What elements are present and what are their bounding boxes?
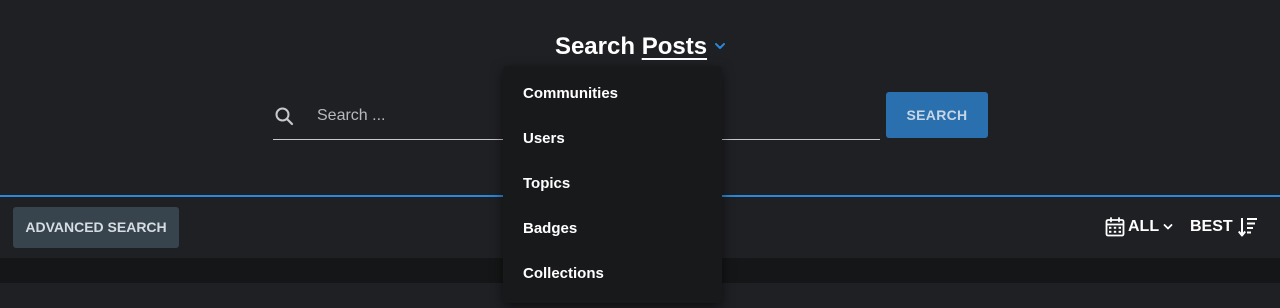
menu-item-topics[interactable]: Topics <box>503 161 722 206</box>
time-filter-label: ALL <box>1128 218 1160 235</box>
chevron-down-icon[interactable] <box>713 39 727 53</box>
search-type-selector[interactable]: Posts <box>642 33 707 60</box>
sort-descending-icon <box>1237 218 1257 237</box>
menu-item-users[interactable]: Users <box>503 116 722 161</box>
search-icon <box>275 107 294 126</box>
menu-item-badges[interactable]: Badges <box>503 206 722 251</box>
search-page: Search Posts SEARCH ADVANCED SEARCH <box>0 0 1280 308</box>
time-filter-dropdown[interactable]: ALL <box>1105 215 1173 239</box>
advanced-search-button[interactable]: ADVANCED SEARCH <box>13 207 179 248</box>
search-heading: Search Posts <box>0 30 1280 64</box>
sort-label: BEST <box>1190 218 1233 235</box>
search-type-menu: Communities Users Topics Badges Collecti… <box>503 66 722 303</box>
heading-inner: Search Posts <box>555 30 727 64</box>
heading-prefix: Search <box>554 33 636 60</box>
chevron-down-icon <box>1163 224 1173 230</box>
calendar-icon <box>1105 217 1125 237</box>
menu-item-collections[interactable]: Collections <box>503 251 722 296</box>
menu-item-communities[interactable]: Communities <box>503 71 722 116</box>
search-button[interactable]: SEARCH <box>886 92 988 138</box>
sort-dropdown[interactable]: BEST <box>1190 214 1258 240</box>
